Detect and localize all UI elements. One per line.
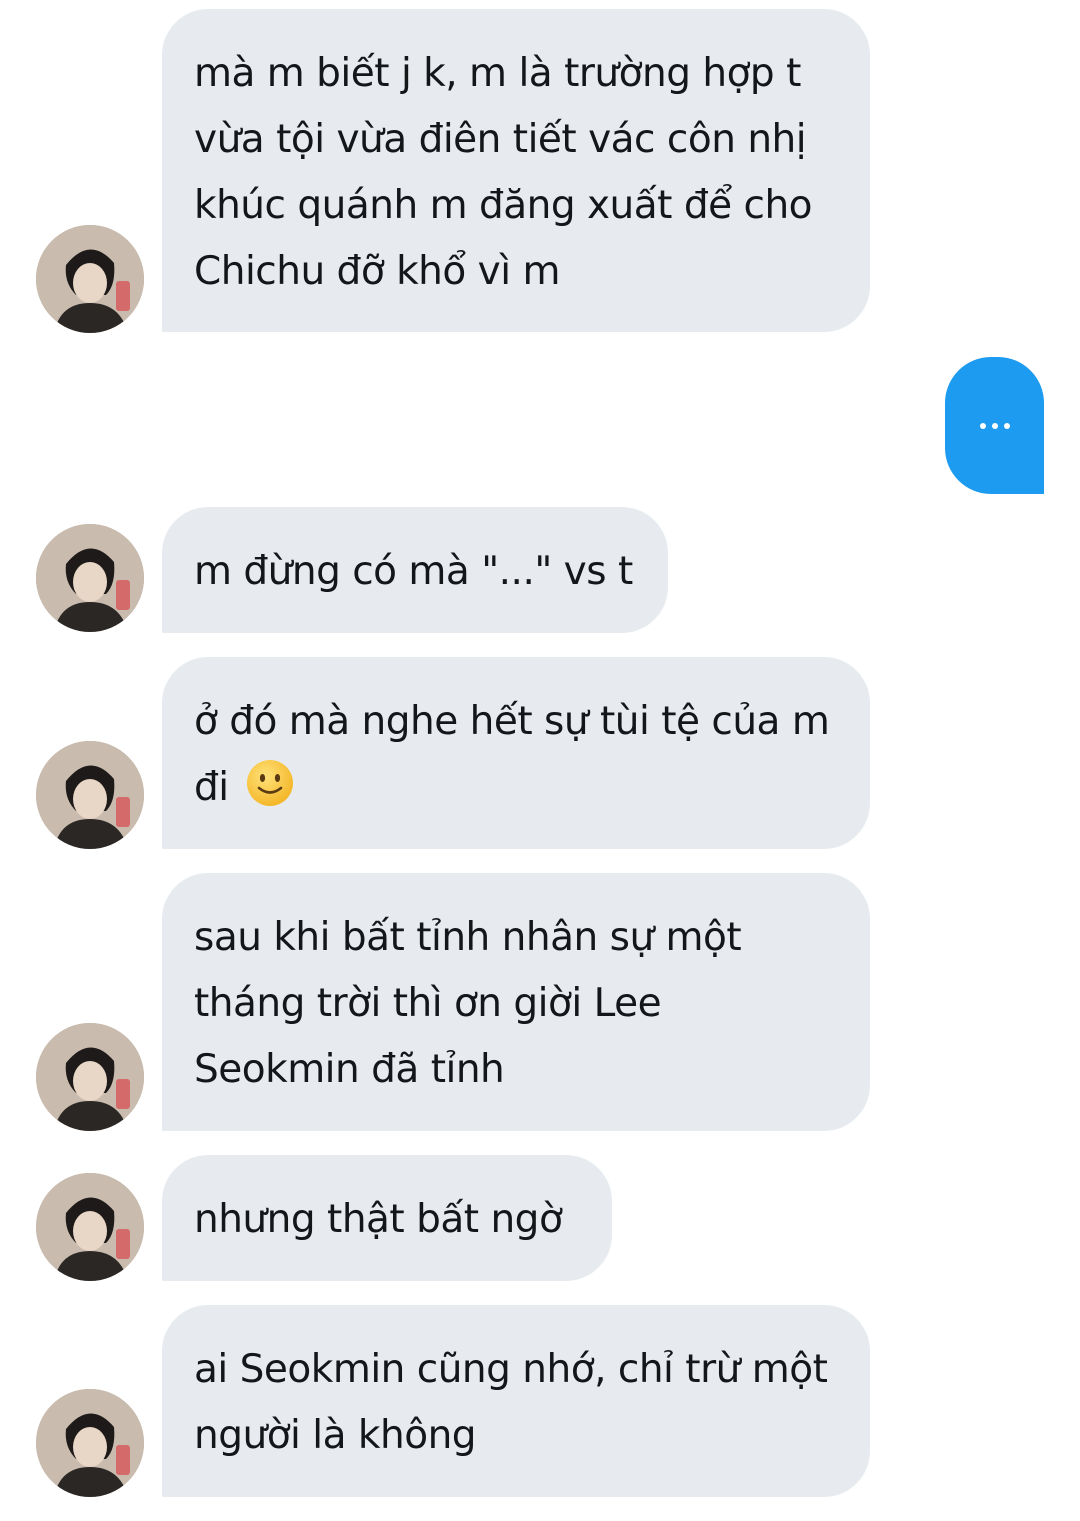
typing-indicator bbox=[945, 357, 1044, 494]
ellipsis-icon bbox=[979, 422, 1010, 429]
message-text: m đừng có mà "..." vs t bbox=[194, 549, 633, 594]
avatar[interactable] bbox=[36, 1173, 144, 1281]
avatar[interactable] bbox=[36, 741, 144, 849]
message-bubble[interactable]: sau khi bất tỉnh nhân sự một tháng trời … bbox=[162, 873, 870, 1131]
avatar[interactable] bbox=[36, 1023, 144, 1131]
message-text: sau khi bất tỉnh nhân sự một tháng trời … bbox=[194, 915, 742, 1092]
message-text: mà m biết j k, m là trường hợp t vừa tội… bbox=[194, 51, 813, 294]
avatar[interactable] bbox=[36, 524, 144, 632]
message-text: ai Seokmin cũng nhớ, chỉ trừ một người l… bbox=[194, 1347, 828, 1458]
message-text: nhưng thật bất ngờ bbox=[194, 1197, 563, 1242]
slightly-smiling-face-icon bbox=[246, 760, 293, 806]
message-bubble[interactable]: ở đó mà nghe hết sự tùi tệ của m đi bbox=[162, 657, 870, 849]
message-bubble[interactable]: nhưng thật bất ngờ bbox=[162, 1155, 612, 1281]
message-bubble[interactable]: ai Seokmin cũng nhớ, chỉ trừ một người l… bbox=[162, 1305, 870, 1497]
message-bubble[interactable]: m đừng có mà "..." vs t bbox=[162, 507, 668, 633]
message-bubble[interactable]: mà m biết j k, m là trường hợp t vừa tội… bbox=[162, 9, 870, 332]
avatar[interactable] bbox=[36, 1389, 144, 1497]
avatar[interactable] bbox=[36, 225, 144, 333]
